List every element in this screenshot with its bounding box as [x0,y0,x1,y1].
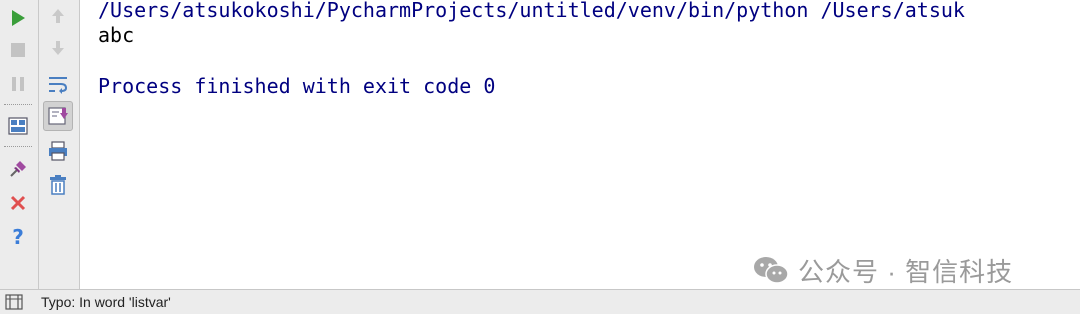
up-arrow-icon [52,9,64,23]
scroll-to-end-icon [48,107,68,125]
pause-icon [12,77,24,91]
watermark-text: 公众号 · 智信科技 [798,256,1014,287]
layout-icon [8,117,28,135]
exit-status-line: Process finished with exit code 0 [98,74,496,98]
toolbar-separator [4,146,32,147]
soft-wrap-icon [49,77,68,94]
previous-occurrence-button[interactable] [45,3,71,29]
wechat-icon [754,257,789,284]
run-toolbar: ? [0,0,39,289]
print-button[interactable] [45,138,71,164]
toolbar-separator [4,104,32,105]
program-output-line: abc [98,23,135,47]
tool-windows-icon[interactable] [5,294,23,310]
pin-tab-button[interactable] [5,156,31,182]
pin-icon [10,161,26,177]
command-line: /Users/atsukokoshi/PycharmProjects/untit… [98,0,965,22]
down-arrow-icon [52,41,64,55]
close-icon [10,195,26,211]
help-icon: ? [12,225,24,249]
pause-button[interactable] [5,71,31,97]
watermark: 公众号 · 智信科技 [752,252,1013,288]
status-message: Typo: In word 'listvar' [41,294,171,310]
print-icon [49,141,67,161]
help-button[interactable]: ? [5,224,31,250]
trash-icon [50,175,66,195]
scroll-to-end-button[interactable] [43,101,73,131]
stop-icon [11,43,25,57]
console-toolbar [39,0,80,289]
restore-layout-button[interactable] [5,113,31,139]
console-output[interactable]: /Users/atsukokoshi/PycharmProjects/untit… [80,0,1080,289]
soft-wrap-button[interactable] [45,71,71,97]
run-icon [12,10,25,26]
close-button[interactable] [5,190,31,216]
clear-all-button[interactable] [45,172,71,198]
stop-button[interactable] [5,37,31,63]
status-bar: Typo: In word 'listvar' [0,289,1080,314]
next-occurrence-button[interactable] [45,35,71,61]
run-button[interactable] [5,5,31,31]
